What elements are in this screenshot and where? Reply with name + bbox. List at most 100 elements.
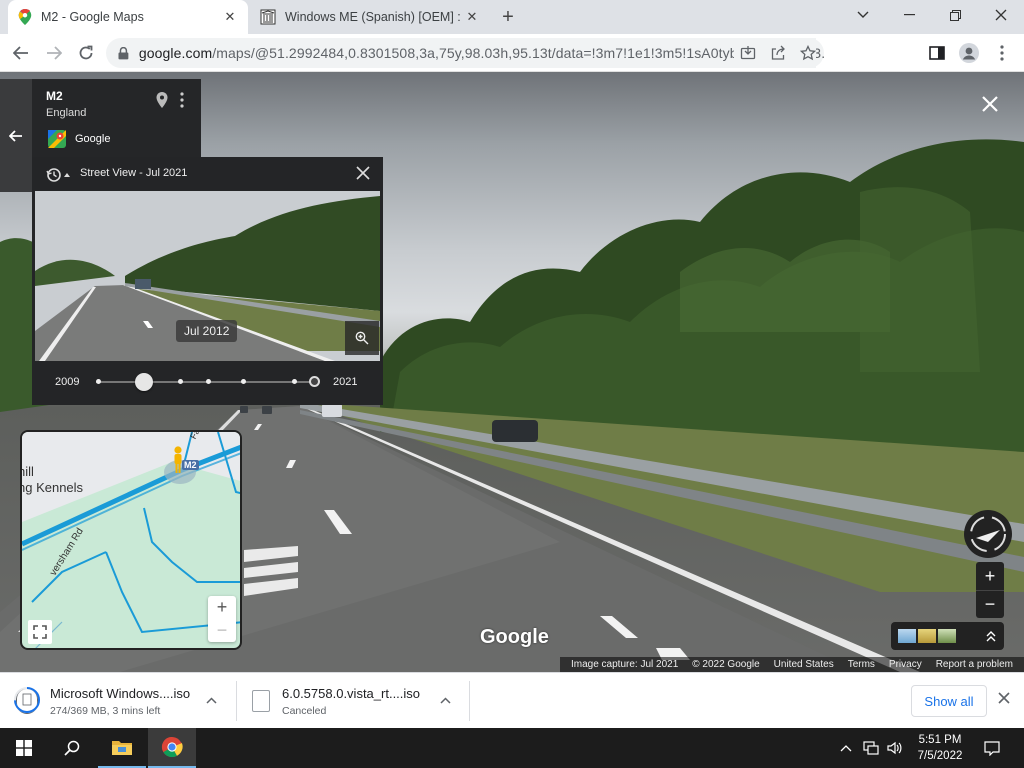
google-maps-logo-icon [48,130,66,148]
view-zoom-in[interactable]: + [976,562,1004,590]
back-arrow-icon [9,129,22,142]
chrome-taskbar-icon[interactable] [148,728,196,768]
download-item[interactable]: Microsoft Windows....iso 274/369 MB, 3 m… [14,673,234,729]
close-window-button[interactable] [978,0,1024,30]
url-host: google.com [138,45,213,61]
photo-thumb[interactable] [918,629,936,643]
address-bar[interactable]: google.com/maps/@51.2992484,0.8301508,3a… [106,38,824,68]
share-icon[interactable] [770,45,786,61]
timeline-end-year: 2021 [333,376,358,388]
report-problem-link[interactable]: Report a problem [936,659,1013,670]
expand-map-icon[interactable] [28,620,52,644]
region-link[interactable]: United States [774,659,834,670]
google-watermark: Google [480,626,549,648]
timeline-track[interactable] [96,373,320,391]
tab-search-chevron-icon[interactable] [840,0,886,30]
zoom-preview-icon[interactable] [345,321,379,355]
download-status: 274/369 MB, 3 mins left [50,704,161,717]
exit-street-view-icon[interactable] [976,90,1004,118]
show-all-button[interactable]: Show all [911,685,987,717]
google-maps-pin-icon [18,9,32,25]
volume-icon[interactable] [884,728,906,768]
download-filename: 6.0.5758.0.vista_rt....iso [282,685,421,701]
notifications-icon[interactable] [978,728,1006,768]
tab-close-icon[interactable]: ✕ [464,9,480,25]
minimap-zoom-out[interactable]: − [208,619,236,642]
browser-menu-icon[interactable] [988,39,1016,67]
historic-imagery-thumbnail[interactable]: Jul 2012 [35,191,380,361]
minimize-button[interactable] [886,0,932,30]
attribution-bar: Image capture: Jul 2021 © 2022 Google Un… [560,657,1024,672]
expand-chevron-icon[interactable] [986,630,996,642]
network-icon[interactable] [860,728,882,768]
close-shelf-icon[interactable] [998,692,1010,707]
download-options-chevron-icon[interactable] [206,697,217,704]
tab-google-maps[interactable]: M2 - Google Maps ✕ [8,0,248,34]
tab-title: M2 - Google Maps [41,10,144,24]
photo-thumb[interactable] [938,629,956,643]
provider-label: Google [75,133,111,145]
view-zoom-out[interactable]: − [976,590,1004,618]
search-icon[interactable] [48,728,96,768]
photo-strip-toggle[interactable] [891,622,1004,650]
bookmark-star-icon[interactable] [800,45,816,61]
terms-link[interactable]: Terms [848,659,875,670]
url-text: google.com/maps/@51.2992484,0.8301508,3a… [139,45,824,61]
timeline-tick[interactable] [96,379,101,384]
back-to-map-button[interactable] [0,79,32,192]
download-status: Canceled [282,704,327,717]
tab-strip: M2 - Google Maps ✕ Windows ME (Spanish) … [0,0,1024,34]
more-options-icon[interactable] [180,92,184,111]
view-zoom-controls: + − [976,562,1004,618]
map-label-kennels: ng Kennels [20,480,84,495]
profile-avatar-icon[interactable] [955,39,983,67]
clock-date: 7/5/2022 [917,750,963,762]
file-icon [252,690,270,712]
reload-icon[interactable] [72,39,100,67]
file-explorer-icon[interactable] [98,728,146,768]
windows-taskbar: 5:51 PM 7/5/2022 [0,728,1024,768]
url-path: /maps/@51.2992484,0.8301508,3a,75y,98.03… [212,45,824,61]
downloads-shelf: Microsoft Windows....iso 274/369 MB, 3 m… [0,672,1024,728]
timeline-tick[interactable] [206,379,211,384]
browser-toolbar: google.com/maps/@51.2992484,0.8301508,3a… [0,34,1024,72]
timeline-tick[interactable] [241,379,246,384]
timeline-tick[interactable] [292,379,297,384]
minimap[interactable]: hill ng Kennels versham Rd Fave M2 + − [20,430,242,650]
tab-title: Windows ME (Spanish) [OEM] : M [285,10,464,24]
minimap-zoom-in[interactable]: + [208,596,236,619]
clock[interactable]: 5:51 PM 7/5/2022 [912,732,968,764]
new-tab-button[interactable]: + [494,4,522,30]
clock-time: 5:51 PM [918,734,962,746]
timeline-current-marker[interactable] [309,376,320,387]
thumbnail-date-label: Jul 2012 [176,320,238,342]
tab-windows-me[interactable]: Windows ME (Spanish) [OEM] : M ✕ [250,0,490,34]
forward-arrow-icon[interactable] [40,39,68,67]
back-arrow-icon[interactable] [7,39,35,67]
time-panel-header: Street View - Jul 2021 [80,167,188,179]
tab-close-icon[interactable]: ✕ [222,9,238,25]
privacy-link[interactable]: Privacy [889,659,922,670]
show-hidden-icons-icon[interactable] [836,728,856,768]
place-region: England [46,107,87,119]
download-item[interactable]: 6.0.5758.0.vista_rt....iso Canceled [252,673,468,729]
download-options-chevron-icon[interactable] [440,697,451,704]
download-progress-icon [14,687,40,714]
shelf-divider [469,681,470,721]
side-panel-icon[interactable] [923,39,951,67]
timeline-slider-handle[interactable] [135,373,154,391]
compass-icon[interactable] [964,510,1012,558]
copyright: © 2022 Google [692,659,760,670]
close-time-panel-icon[interactable] [356,166,370,183]
photo-thumb[interactable] [898,629,916,643]
install-app-icon[interactable] [740,45,756,61]
windows-start-icon[interactable] [0,728,48,768]
history-clock-icon[interactable] [46,167,70,186]
place-name: M2 [46,89,63,103]
lock-icon[interactable] [118,46,129,60]
location-pin-icon[interactable] [155,91,169,112]
pegman-icon[interactable] [172,446,184,474]
timeline-tick[interactable] [178,379,183,384]
restore-button[interactable] [932,0,978,30]
download-filename: Microsoft Windows....iso [50,685,191,701]
